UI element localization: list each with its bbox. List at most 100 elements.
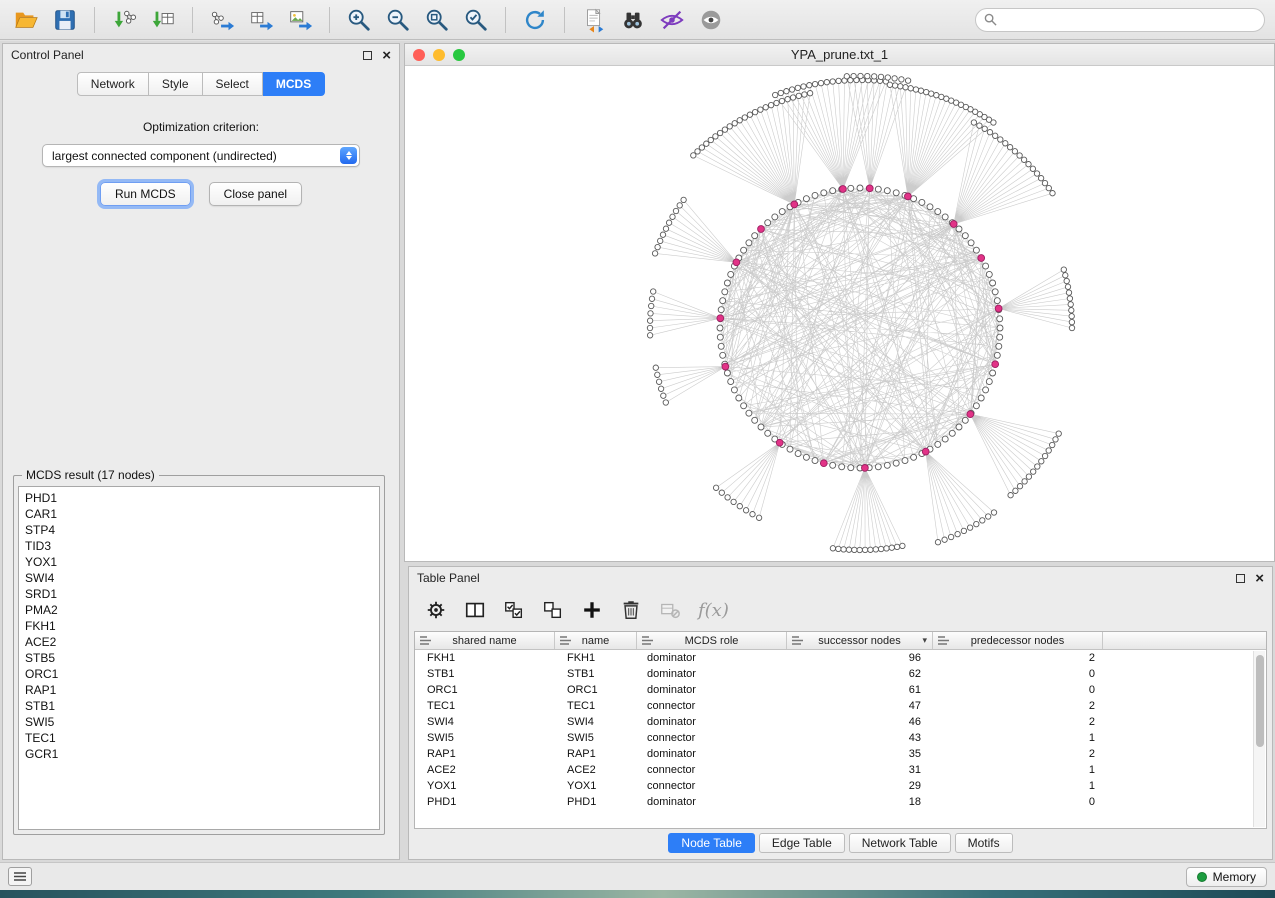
tab-node-table[interactable]: Node Table [668, 833, 755, 853]
export-network-icon[interactable] [206, 5, 238, 35]
mcds-result-item[interactable]: YOX1 [25, 554, 373, 570]
mcds-result-list[interactable]: PHD1CAR1STP4TID3YOX1SWI4SRD1PMA2FKH1ACE2… [18, 486, 380, 830]
clear-disabled-icon[interactable] [659, 599, 681, 621]
mcds-result-item[interactable]: STP4 [25, 522, 373, 538]
zoom-out-icon[interactable] [382, 5, 414, 35]
close-table-panel-icon[interactable]: × [1255, 574, 1264, 583]
deselect-all-icon[interactable] [542, 599, 564, 621]
mcds-result-item[interactable]: RAP1 [25, 682, 373, 698]
hide-visibility-icon[interactable] [656, 5, 688, 35]
float-table-panel-icon[interactable] [1236, 574, 1245, 583]
table-cell: STB1 [555, 668, 637, 680]
mcds-result-item[interactable]: SWI4 [25, 570, 373, 586]
table-scrollbar[interactable] [1253, 651, 1265, 827]
search-box[interactable] [975, 8, 1265, 32]
tab-network[interactable]: Network [77, 72, 149, 96]
table-row[interactable]: YOX1YOX1connector291 [415, 778, 1266, 794]
table-cell: dominator [637, 716, 787, 728]
table-row[interactable]: PHD1PHD1dominator180 [415, 794, 1266, 810]
column-header-mcds-role[interactable]: MCDS role [637, 632, 787, 649]
mcds-result-item[interactable]: ACE2 [25, 634, 373, 650]
table-cell: 47 [787, 700, 933, 712]
mcds-result-item[interactable]: TID3 [25, 538, 373, 554]
close-panel-icon[interactable]: × [382, 51, 391, 60]
table-cell: PHD1 [415, 796, 555, 808]
table-panel: Table Panel × f(x) sha [408, 566, 1273, 860]
mcds-result-item[interactable]: CAR1 [25, 506, 373, 522]
show-columns-icon[interactable] [464, 599, 486, 621]
network-view[interactable] [405, 66, 1274, 561]
column-header-name[interactable]: name [555, 632, 637, 649]
export-image-icon[interactable] [284, 5, 316, 35]
memory-label: Memory [1213, 870, 1256, 884]
table-row[interactable]: RAP1RAP1dominator352 [415, 746, 1266, 762]
mcds-result-item[interactable]: GCR1 [25, 746, 373, 762]
table-cell: 96 [787, 652, 933, 664]
function-builder-icon[interactable]: f(x) [698, 600, 729, 621]
tab-network-table[interactable]: Network Table [849, 833, 951, 853]
open-file-icon[interactable] [10, 5, 42, 35]
mcds-result-item[interactable]: SWI5 [25, 714, 373, 730]
mcds-result-item[interactable]: FKH1 [25, 618, 373, 634]
mcds-result-title: MCDS result (17 nodes) [22, 468, 159, 482]
scrollbar-thumb[interactable] [1256, 655, 1264, 747]
mcds-result-item[interactable]: PMA2 [25, 602, 373, 618]
export-document-icon[interactable] [578, 5, 610, 35]
table-cell: 2 [933, 700, 1103, 712]
search-binoculars-icon[interactable] [617, 5, 649, 35]
table-cell: ACE2 [415, 764, 555, 776]
table-row[interactable]: ORC1ORC1dominator610 [415, 682, 1266, 698]
tab-style[interactable]: Style [149, 72, 203, 96]
mcds-result-item[interactable]: ORC1 [25, 666, 373, 682]
network-graph[interactable] [405, 66, 1274, 561]
mcds-result-item[interactable]: STB1 [25, 698, 373, 714]
column-icon [641, 635, 654, 646]
mcds-result-item[interactable]: SRD1 [25, 586, 373, 602]
import-network-icon[interactable] [108, 5, 140, 35]
table-row[interactable]: SWI5SWI5connector431 [415, 730, 1266, 746]
add-entry-icon[interactable] [581, 599, 603, 621]
table-row[interactable]: FKH1FKH1dominator962 [415, 650, 1266, 666]
tab-motifs[interactable]: Motifs [955, 833, 1013, 853]
mcds-result-item[interactable]: PHD1 [25, 490, 373, 506]
task-list-icon[interactable] [8, 867, 32, 886]
run-mcds-button[interactable]: Run MCDS [100, 182, 191, 206]
desktop-background [0, 890, 1275, 898]
table-row[interactable]: ACE2ACE2connector311 [415, 762, 1266, 778]
tab-mcds[interactable]: MCDS [263, 72, 325, 96]
mcds-result-item[interactable]: TEC1 [25, 730, 373, 746]
refresh-layout-icon[interactable] [519, 5, 551, 35]
table-row[interactable]: TEC1TEC1connector472 [415, 698, 1266, 714]
zoom-in-icon[interactable] [343, 5, 375, 35]
float-panel-icon[interactable] [363, 51, 372, 60]
search-input[interactable] [1002, 13, 1256, 27]
show-visibility-icon[interactable] [695, 5, 727, 35]
network-titlebar[interactable]: YPA_prune.txt_1 [405, 44, 1274, 66]
table-cell: dominator [637, 652, 787, 664]
criterion-dropdown[interactable]: largest connected component (undirected) [42, 144, 360, 167]
column-header-successor-nodes[interactable]: successor nodes▾ [787, 632, 933, 649]
column-header-predecessor-nodes[interactable]: predecessor nodes [933, 632, 1103, 649]
save-session-icon[interactable] [49, 5, 81, 35]
delete-entry-icon[interactable] [620, 599, 642, 621]
tab-edge-table[interactable]: Edge Table [759, 833, 845, 853]
tab-select[interactable]: Select [203, 72, 263, 96]
memory-button[interactable]: Memory [1186, 867, 1267, 887]
zoom-selected-icon[interactable] [460, 5, 492, 35]
column-header-shared-name[interactable]: shared name [415, 632, 555, 649]
table-cell: ORC1 [555, 684, 637, 696]
table-cell: 0 [933, 796, 1103, 808]
table-settings-icon[interactable] [425, 599, 447, 621]
table-cell: RAP1 [555, 748, 637, 760]
table-cell: 0 [933, 668, 1103, 680]
table-cell: SWI5 [415, 732, 555, 744]
status-bar: Memory [0, 862, 1275, 890]
table-row[interactable]: SWI4SWI4dominator462 [415, 714, 1266, 730]
zoom-fit-icon[interactable] [421, 5, 453, 35]
import-table-icon[interactable] [147, 5, 179, 35]
export-table-icon[interactable] [245, 5, 277, 35]
close-panel-button[interactable]: Close panel [209, 182, 302, 206]
table-row[interactable]: STB1STB1dominator620 [415, 666, 1266, 682]
mcds-result-item[interactable]: STB5 [25, 650, 373, 666]
select-all-icon[interactable] [503, 599, 525, 621]
